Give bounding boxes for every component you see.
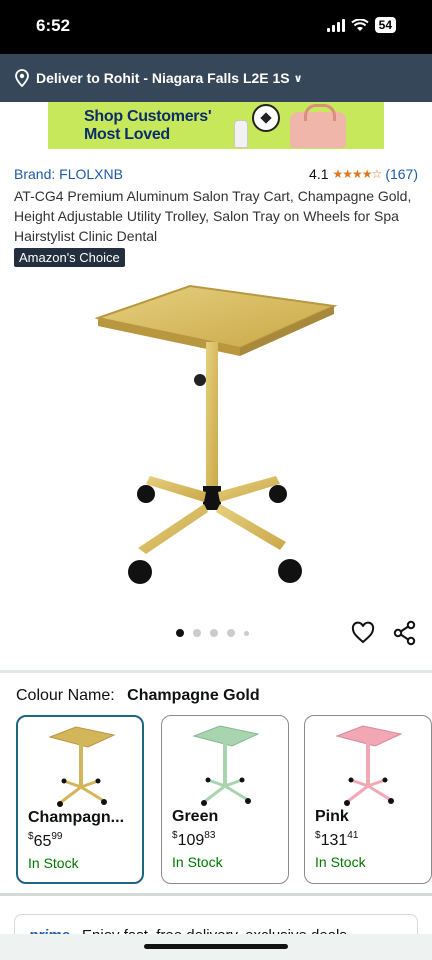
status-icons: 54 [326,17,396,33]
rating-count[interactable]: (167) [385,166,418,182]
colour-selector-label: Colour Name: Champagne Gold [16,687,260,704]
variant-price: $13141 [315,830,359,849]
variant-card-champagne-gold[interactable]: Champagn... $6599 In Stock [16,715,144,884]
carousel-dot[interactable] [227,629,235,637]
star-rating-icon: ★★★★☆ [332,167,383,181]
variant-price: $10983 [172,830,216,849]
chevron-down-icon: ∨ [293,72,303,85]
variant-thumbnail [192,725,260,806]
variant-stock: In Stock [172,854,223,870]
brand-rating-row: Brand: FLOLXNB 4.1 ★★★★☆ (167) [14,166,418,182]
variant-name: Pink [315,808,349,825]
carousel-dot[interactable] [210,629,218,637]
variant-name: Green [172,808,219,825]
image-carousel-dots[interactable] [176,629,249,637]
banner-soccer-ball-image [252,104,280,132]
variant-stock: In Stock [315,854,366,870]
rating[interactable]: 4.1 ★★★★☆ (167) [309,166,418,182]
section-divider [0,670,432,673]
share-icon[interactable] [392,620,418,646]
banner-text: Shop Customers' Most Loved [84,108,212,143]
variant-price: $6599 [28,831,63,850]
variant-card-pink[interactable]: Pink $13141 In Stock [304,715,432,884]
carousel-dot[interactable] [244,630,249,636]
selected-colour: Champagne Gold [127,687,260,704]
banner-bag-image [290,104,346,148]
carousel-dot[interactable] [176,629,184,637]
variant-thumbnail [335,725,403,806]
status-time: 6:52 [36,16,71,35]
section-divider [0,893,432,896]
carousel-dot[interactable] [193,629,201,637]
variant-stock: In Stock [28,855,79,871]
status-bar: 6:52 54 [0,0,432,54]
location-pin-icon [15,69,29,87]
variant-thumbnail [48,726,116,807]
variant-name: Champagn... [28,809,125,826]
signal-icon [326,18,345,32]
battery-icon: 54 [374,17,396,33]
heart-icon[interactable] [350,620,376,646]
wifi-icon [350,18,369,31]
banner-bottle-image [234,120,248,148]
product-image[interactable] [90,280,342,590]
deliver-text: Deliver to Rohit - Niagara Falls L2E 1S [36,70,290,86]
ad-banner[interactable]: Shop Customers' Most Loved [48,102,384,149]
amazons-choice-badge: Amazon's Choice [14,248,125,267]
home-indicator[interactable] [144,944,288,949]
rating-value: 4.1 [309,166,329,182]
product-title: AT-CG4 Premium Aluminum Salon Tray Cart,… [14,188,412,244]
variant-card-green[interactable]: Green $10983 In Stock [161,715,289,884]
brand-link[interactable]: Brand: FLOLXNB [14,166,123,182]
deliver-location-bar[interactable]: Deliver to Rohit - Niagara Falls L2E 1S … [0,54,432,102]
